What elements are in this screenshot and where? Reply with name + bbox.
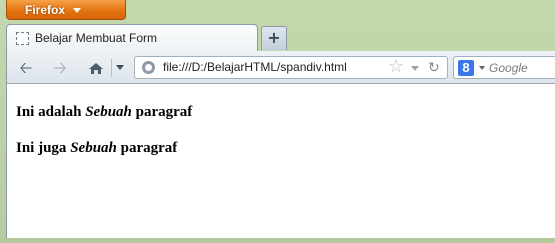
forward-button[interactable]: 🡢: [48, 57, 72, 79]
star-icon[interactable]: ☆: [388, 56, 404, 78]
paragraph-2-emphasis: Sebuah: [70, 140, 117, 156]
navigation-toolbar: 🡠 🡢 file:///D:/BelajarHTML/spandiv.html …: [6, 51, 555, 84]
reload-icon[interactable]: ↻: [428, 58, 440, 78]
paragraph-1-emphasis: Sebuah: [85, 104, 132, 120]
history-dropdown-icon[interactable]: [116, 65, 124, 70]
paragraph-2-tail: paragraf: [116, 140, 178, 156]
back-button[interactable]: 🡠: [14, 57, 38, 79]
page-content: Ini adalah Sebuah paragraf Ini juga Sebu…: [6, 84, 555, 238]
tab-title: Belajar Membuat Form: [35, 31, 158, 45]
search-engine-dropdown-icon[interactable]: [479, 66, 485, 70]
plus-icon: +: [267, 28, 281, 47]
history-icon: [89, 63, 103, 74]
paragraph-1-text: Ini adalah: [16, 104, 86, 120]
paragraph-2-text: Ini juga: [16, 140, 71, 156]
paragraph-1-tail: paragraf: [131, 104, 193, 120]
chevron-down-icon: [73, 8, 81, 13]
firefox-menu-button[interactable]: Firefox: [6, 0, 126, 20]
tab-belajar-membuat-form[interactable]: Belajar Membuat Form: [6, 24, 258, 51]
window-bottom-border: [0, 238, 555, 243]
browser-window: Firefox Belajar Membuat Form + 🡠 🡢 file:…: [0, 0, 555, 243]
search-bar[interactable]: 8: [453, 56, 555, 79]
paragraph-1: Ini adalah Sebuah paragraf: [16, 104, 192, 121]
url-text[interactable]: file:///D:/BelajarHTML/spandiv.html: [163, 60, 347, 74]
url-dropdown-icon[interactable]: [411, 66, 419, 71]
google-icon[interactable]: 8: [458, 60, 474, 76]
url-bar[interactable]: file:///D:/BelajarHTML/spandiv.html ☆ ↻: [134, 56, 448, 79]
new-tab-button[interactable]: +: [261, 26, 287, 50]
globe-icon: [142, 61, 155, 74]
toolbar-separator: [111, 59, 112, 77]
history-button[interactable]: [84, 57, 108, 79]
back-arrow-icon: 🡠: [19, 58, 33, 77]
firefox-menu-label: Firefox: [25, 3, 66, 17]
forward-arrow-icon: 🡢: [53, 58, 67, 77]
page-favicon-icon: [16, 32, 29, 45]
search-input[interactable]: [489, 59, 555, 76]
paragraph-2: Ini juga Sebuah paragraf: [16, 140, 177, 157]
